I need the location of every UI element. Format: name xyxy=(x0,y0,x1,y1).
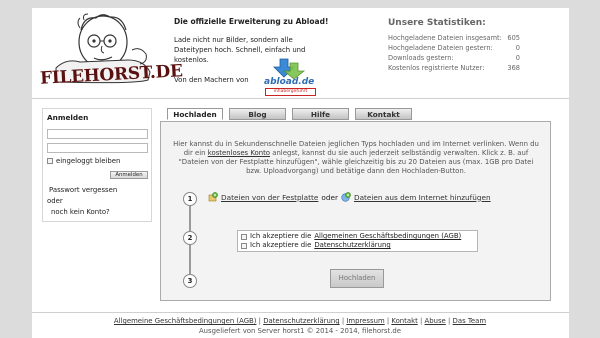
footer-divider xyxy=(32,312,569,313)
main-tabs: Hochladen Blog Hilfe Kontakt xyxy=(167,108,418,120)
footer-link-team[interactable]: Das Team xyxy=(453,317,487,325)
stats-table: Hochgeladene Dateien insgesamt: 605 Hochg… xyxy=(388,33,520,73)
footer-link-privacy[interactable]: Datenschutzerklärung xyxy=(263,317,339,325)
upload-button[interactable]: Hochladen xyxy=(330,269,384,288)
footer-links: Allgemeine Geschäftsbedingungen (AGB) | … xyxy=(113,317,487,325)
footer-link-kontakt[interactable]: Kontakt xyxy=(391,317,417,325)
promo-title: Die offizielle Erweiterung zu Abload! xyxy=(174,17,329,26)
step1-or-label: oder xyxy=(321,192,338,202)
upload-panel: Hier kannst du in Sekundenschnelle Datei… xyxy=(160,121,551,301)
accept-agb-checkbox[interactable] xyxy=(241,233,247,240)
upload-intro: Hier kannst du in Sekundenschnelle Datei… xyxy=(173,140,539,175)
login-title: Anmelden xyxy=(47,113,89,122)
abload-badge: inhabergeführt xyxy=(265,88,316,96)
stats-title: Unsere Statistiken: xyxy=(388,18,486,28)
accept-privacy-checkbox[interactable] xyxy=(241,242,247,249)
tab-hochladen[interactable]: Hochladen xyxy=(167,108,223,120)
stat-row-uploads-yesterday: Hochgeladene Dateien gestern: 0 xyxy=(388,44,520,52)
footer-link-agb[interactable]: Allgemeine Geschäftsbedingungen (AGB) xyxy=(114,317,257,325)
forgot-password-link[interactable]: Passwort vergessen xyxy=(47,185,117,196)
username-input[interactable] xyxy=(47,129,148,139)
header-divider xyxy=(32,98,569,99)
stat-row-total-uploads: Hochgeladene Dateien insgesamt: 605 xyxy=(388,34,520,42)
add-local-files-link[interactable]: Dateien von der Festplatte xyxy=(221,193,318,202)
footer-copyright: Ausgeliefert von Server horst1 © 2014 - … xyxy=(198,327,402,335)
login-links: Passwort vergessen oder noch kein Konto? xyxy=(47,185,117,218)
register-link[interactable]: noch kein Konto? xyxy=(47,207,117,218)
add-remote-files-link[interactable]: Dateien aus dem Internet hinzufügen xyxy=(354,193,491,202)
privacy-link[interactable]: Datenschutzerklärung xyxy=(314,241,390,250)
footer-link-impressum[interactable]: Impressum xyxy=(346,317,384,325)
add-remote-file-icon[interactable] xyxy=(341,192,351,202)
footer-link-abuse[interactable]: Abuse xyxy=(425,317,446,325)
remember-me-row: eingeloggt bleiben xyxy=(47,157,120,165)
add-files-row: Dateien von der Festplatte oder Dateien … xyxy=(208,192,491,202)
accept-agb-row: Ich akzeptiere die Allgemeinen Geschäfts… xyxy=(241,232,474,241)
terms-box: Ich akzeptiere die Allgemeinen Geschäfts… xyxy=(237,230,478,252)
login-button[interactable]: Anmelden xyxy=(110,171,148,179)
free-account-link[interactable]: kostenloses Konto xyxy=(208,149,270,157)
add-local-file-icon[interactable] xyxy=(208,192,218,202)
agb-link[interactable]: Allgemeinen Geschäftsbedingungen (AGB) xyxy=(314,232,461,241)
step-3-badge: 3 xyxy=(183,274,197,288)
or-label: oder xyxy=(47,197,63,205)
remember-me-checkbox[interactable] xyxy=(47,158,53,164)
stat-row-downloads-yesterday: Downloads gestern: 0 xyxy=(388,54,520,62)
remember-me-label: eingeloggt bleiben xyxy=(56,157,121,165)
tab-blog[interactable]: Blog xyxy=(229,108,286,120)
abload-wordmark[interactable]: abload.de xyxy=(264,77,314,87)
login-box: Anmelden eingeloggt bleiben Anmelden Pas… xyxy=(42,108,152,222)
promo-by-label: Von den Machern von xyxy=(174,76,249,84)
tab-kontakt[interactable]: Kontakt xyxy=(355,108,412,120)
password-input[interactable] xyxy=(47,143,148,153)
step-1-badge: 1 xyxy=(183,192,197,206)
tab-hilfe[interactable]: Hilfe xyxy=(292,108,349,120)
stat-row-registered-users: Kostenlos registrierte Nutzer: 368 xyxy=(388,64,520,72)
accept-privacy-row: Ich akzeptiere die Datenschutzerklärung xyxy=(241,241,474,250)
step-2-badge: 2 xyxy=(183,231,197,245)
